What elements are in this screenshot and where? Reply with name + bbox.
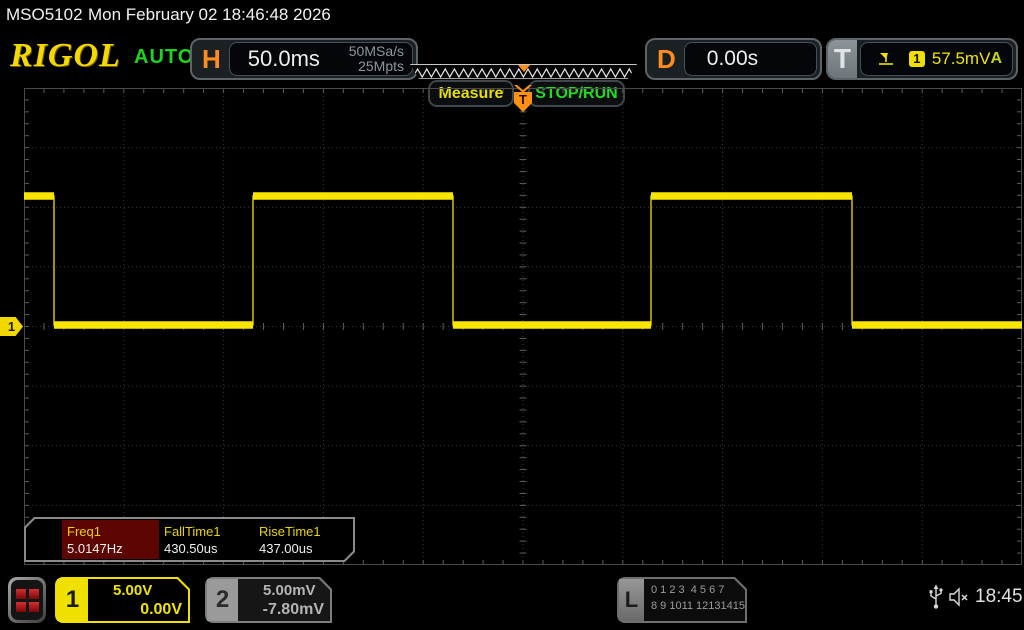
preview-trigger-position-icon (518, 65, 530, 72)
measurement-value: 430.50us (164, 541, 218, 556)
display-menu-icon[interactable] (8, 577, 46, 623)
memory-depth: 25Mpts (349, 59, 404, 74)
trigger-panel[interactable]: T 1 57.5mV A (826, 38, 1018, 80)
waveform-display-area[interactable] (24, 88, 1022, 565)
usb-icon (928, 584, 944, 610)
trigger-falling-edge-icon (877, 51, 895, 67)
sample-rate: 50MSa/s (349, 44, 404, 59)
measurement-label: FallTime1 (164, 524, 221, 539)
delay-label: D (647, 44, 684, 75)
clock: 18:45 (975, 586, 1023, 608)
channel1-ground-marker[interactable]: 1 (0, 317, 23, 336)
measurement-panel: Freq1 5.0147Hz FallTime1 430.50us RiseTi… (24, 517, 355, 562)
channel1-number: 1 (57, 579, 88, 621)
trigger-level-value: 57.5mV (932, 49, 991, 69)
digital-channels-block[interactable]: L 0 1 2 3 4 5 6 7 8 9 1011 12131415 (617, 577, 747, 623)
channel2-scale: 5.00mV (263, 582, 316, 599)
trigger-recess: 1 57.5mV A (860, 42, 1013, 76)
measurement-label: Freq1 (67, 524, 101, 539)
delay-value: 0.00s (685, 47, 758, 71)
channel1-offset: 0.00V (94, 601, 182, 619)
model-name: MSO5102 (6, 5, 83, 25)
delay-panel[interactable]: D 0.00s (645, 38, 822, 80)
horizontal-panel[interactable]: H 50.0ms 50MSa/s 25Mpts (190, 38, 418, 80)
trigger-sweep-mode: A (990, 50, 1012, 68)
channel2-number: 2 (207, 579, 238, 621)
trigger-t-badge: T (514, 92, 532, 112)
system-datetime: Mon February 02 18:46:48 2026 (88, 5, 331, 25)
trigger-position-triangle-inner (517, 85, 529, 90)
header-bar: RIGOL AUTO H 50.0ms 50MSa/s 25Mpts Measu… (0, 28, 1024, 86)
title-bar: MSO5102 Mon February 02 18:46:48 2026 (0, 0, 1024, 28)
channel1-status-block[interactable]: 1 5.00V 0.00V (55, 577, 190, 623)
channel1-scale: 5.00V (113, 582, 152, 599)
digital-label: L (619, 579, 644, 621)
measurement-label: RiseTime1 (259, 524, 321, 539)
trigger-label: T (828, 40, 857, 78)
rigol-logo: RIGOL (10, 37, 121, 75)
horizontal-recess: 50.0ms 50MSa/s 25Mpts (229, 42, 413, 76)
trigger-position-marker[interactable]: T (512, 85, 534, 113)
waveform-preview-strip[interactable] (410, 64, 637, 79)
delay-recess: 0.00s (684, 42, 817, 76)
trigger-source-badge: 1 (909, 51, 925, 67)
digital-channel-list: 0 1 2 3 4 5 6 7 8 9 1011 12131415 (644, 579, 745, 621)
timebase-value: 50.0ms (230, 46, 320, 72)
acquisition-mode-indicator: AUTO (134, 46, 194, 69)
digital-row-8-15: 8 9 1011 12131415 (651, 599, 745, 615)
digital-row-0-7: 0 1 2 3 4 5 6 7 (651, 583, 745, 599)
measurement-panel-body: Freq1 5.0147Hz FallTime1 430.50us RiseTi… (26, 519, 353, 560)
horizontal-label: H (192, 44, 229, 75)
sample-rate-block: 50MSa/s 25Mpts (349, 44, 412, 73)
bottom-status-bar: 1 5.00V 0.00V 2 5.00mV -7.80mV L (0, 575, 1024, 630)
speaker-muted-icon (947, 586, 971, 608)
channel2-status-block[interactable]: 2 5.00mV -7.80mV (205, 577, 332, 623)
display-menu-grid-icon (11, 580, 43, 620)
channel2-offset: -7.80mV (244, 601, 324, 619)
measurement-value: 437.00us (259, 541, 313, 556)
graticule-and-trace (24, 88, 1022, 565)
measurement-value: 5.0147Hz (67, 541, 123, 556)
